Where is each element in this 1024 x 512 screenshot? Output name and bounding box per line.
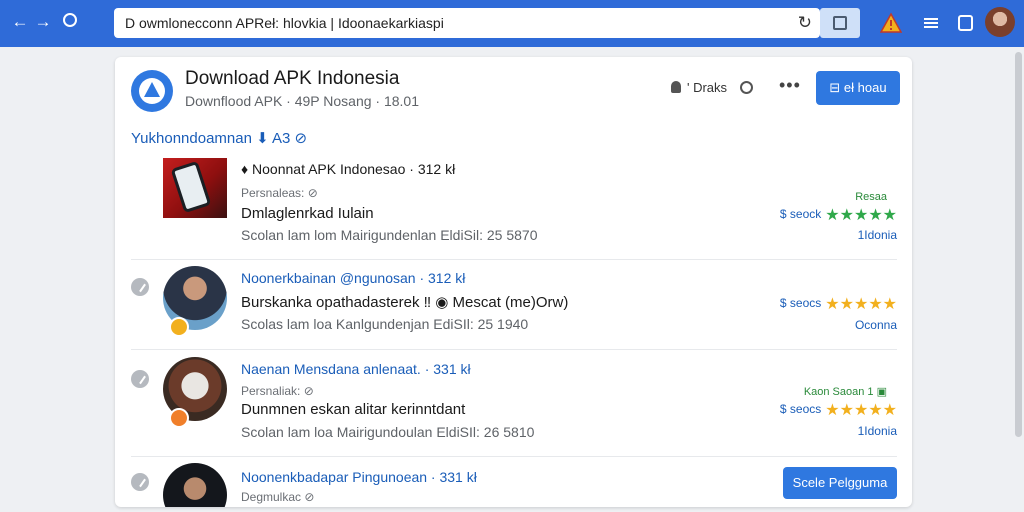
list-item[interactable]: Naenan Mensdana anlenaat. · 331 kł Persn… [131,349,897,456]
address-bar[interactable]: D owmlonecconn APReł: hlovkia | Idoonaek… [114,8,820,38]
window-icon[interactable] [955,12,977,34]
channel-card: Download APK Indonesia Downflood APK · 4… [115,57,912,507]
check-icon[interactable] [131,278,149,296]
item-meta: Degmulkac ⊘ [241,490,315,504]
rating-stars: ★★★★★ [825,296,897,313]
home-icon[interactable] [60,12,80,32]
item-title[interactable]: Noonenkbadapar Pingunoean · 331 kł [241,469,477,485]
verified-badge-icon [169,317,189,337]
verified-badge-icon [169,408,189,428]
item-meta: Persnaliak: ⊘ [241,384,314,398]
check-icon[interactable] [131,473,149,491]
price-label: $ seocs [779,296,822,310]
extension-button[interactable] [820,8,860,38]
rating-stars: ★★★★★ [825,402,897,419]
section-title: Yukhonndoamnan ⬇ A3 ⊘ [131,130,308,147]
item-title[interactable]: Naenan Mensdana anlenaat. · 331 kł [241,361,471,377]
item-region: 1Idonia [857,424,897,438]
item-region: Oconna [854,318,897,332]
item-tag: Kaon Saoan 1 ▣ [803,386,887,398]
item-title[interactable]: Noonerkbainan @ngunosan · 312 kł [241,270,465,286]
channel-logo [131,70,173,112]
reload-icon[interactable]: ↻ [798,13,812,33]
extension-icon [833,16,847,30]
rating-stars: ★★★★★ [825,207,897,224]
forward-icon[interactable]: → [33,12,53,32]
price-label: $ seocs [779,402,822,416]
item-tag: Resaa [855,191,887,203]
browser-toolbar: ← → D owmlonecconn APReł: hlovkia | Idoo… [0,0,1024,47]
list-item[interactable]: Noonerkbainan @ngunosan · 312 kł Burskan… [131,259,897,349]
item-region: 1Idonia [857,228,897,242]
app-thumbnail [163,158,227,218]
price-label: $ seock [779,207,822,221]
check-icon[interactable] [131,370,149,388]
item-description: Burskanka opathadasterek ‼ ◉ Mescat (me)… [241,294,569,311]
phone-icon [170,160,212,214]
globe-icon[interactable] [740,81,753,94]
page-scrollbar[interactable] [1015,52,1022,437]
users-label: ' Draks [687,80,728,95]
item-price: $ seock ★★★★★ [780,205,897,225]
action-button[interactable]: Scele Pelgguma [783,467,897,499]
user-avatar [163,463,227,507]
follow-button[interactable]: ⊟ eł hoau [816,71,900,105]
users-link[interactable]: ' Draks [671,80,727,95]
item-description: Dmlaglenrkad Iulain [241,205,374,222]
list-item[interactable]: ♦ Noonnat APK Indonesao · 312 kł Persnal… [131,153,897,259]
url-text[interactable]: D owmlonecconn APReł: hlovkia | Idoonaek… [125,15,444,31]
item-footer: Scolan lam loa Mairigundoulan EldiSIl: 2… [241,424,535,440]
warning-icon[interactable] [879,12,903,34]
profile-avatar[interactable] [985,7,1015,37]
page-subtitle: Downflood APK · 49P Nosang · 18.01 [185,93,420,109]
user-icon [671,81,681,93]
app-logo-icon [144,82,160,97]
item-meta: Persnaleas: ⊘ [241,186,318,200]
list-item[interactable]: Noonenkbadapar Pingunoean · 331 kł Degmu… [131,456,897,507]
item-footer: Scolan lam lom Mairigundenlan EldiSil: 2… [241,227,538,243]
back-icon[interactable]: ← [10,12,30,32]
item-description: Dunmnen eskan alitar kerinntdant [241,401,466,418]
item-price: $ seocs ★★★★★ [780,400,897,420]
item-price: $ seocs ★★★★★ [780,294,897,314]
more-options-icon[interactable]: ••• [779,75,801,96]
item-title[interactable]: ♦ Noonnat APK Indonesao · 312 kł [241,161,455,177]
menu-icon[interactable] [920,12,942,34]
item-footer: Scolas lam loa Kanlgundenjan EdiSIl: 25 … [241,316,529,332]
page-title: Download APK Indonesia [185,68,400,89]
